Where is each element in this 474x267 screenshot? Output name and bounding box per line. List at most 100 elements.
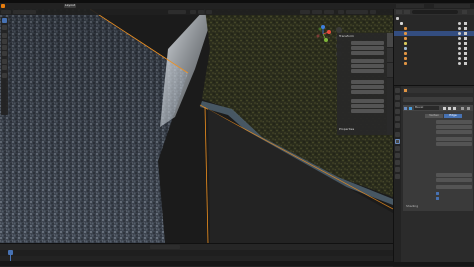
measure-icon[interactable] [2,65,7,70]
tab-view[interactable] [387,63,393,78]
viewport-toggle-icon[interactable] [448,106,451,110]
world-tab-icon[interactable] [395,123,400,128]
particles-tab-icon[interactable] [395,146,400,151]
3d-viewport[interactable]: Transform Properties [0,9,393,243]
axis-neg-y-handle[interactable] [318,27,322,31]
edit-mode-toggle-icon[interactable] [443,106,446,110]
scale-z-field[interactable] [351,90,384,94]
miter-inner-select[interactable] [436,178,472,182]
display-mode-button[interactable] [404,10,410,14]
eye-icon[interactable] [458,62,461,65]
physics-tab-icon[interactable] [395,153,400,158]
playback-controls[interactable] [150,245,180,249]
miter-outer-select[interactable] [436,173,472,177]
blender-logo-icon[interactable] [1,4,5,8]
workspace-tab-uv-editing[interactable] [110,4,112,8]
width-type-select[interactable] [436,120,472,124]
modifier-name-field[interactable]: Bevel [414,106,439,110]
camera-render-icon[interactable] [464,37,467,40]
select-box-icon[interactable] [2,18,7,23]
outliner-search-input[interactable] [412,10,458,14]
checkbox-checked-icon[interactable] [436,197,439,200]
rotation-y-field[interactable] [351,64,384,68]
axis-y-handle[interactable] [324,38,328,42]
render-tab-icon[interactable] [395,95,400,100]
chevron-down-icon[interactable] [404,106,407,110]
editor-type-button[interactable] [396,10,402,14]
workspace-tab-modeling[interactable] [77,4,79,8]
transform-icon[interactable] [2,51,7,56]
modifier-header[interactable]: Bevel [403,105,473,111]
eye-icon[interactable] [458,57,461,60]
output-tab-icon[interactable] [395,102,400,107]
render-toggle-icon[interactable] [453,106,456,110]
add-modifier-button[interactable] [403,97,473,102]
tool-tab-icon[interactable] [395,88,400,93]
location-z-field[interactable] [351,51,384,55]
close-icon[interactable] [467,106,470,110]
proportional-edit-icon[interactable] [206,10,212,14]
navigation-gizmo[interactable] [314,25,332,43]
rotation-x-field[interactable] [351,59,384,63]
dimension-x-field[interactable] [351,99,384,103]
cursor-icon[interactable] [2,25,7,30]
workspace-tab-texture-paint[interactable] [127,4,129,8]
checkbox-checked-icon[interactable] [436,192,439,195]
location-y-field[interactable] [351,46,384,50]
axis-z-handle[interactable] [321,25,325,29]
scene-tab-icon[interactable] [395,116,400,121]
affect-vertex-toggle[interactable]: Vertex [425,114,443,118]
scene-selector[interactable] [396,4,424,8]
camera-render-icon[interactable] [464,22,467,25]
workspace-tab-sculpting[interactable] [93,4,95,8]
transform-panel-header[interactable]: Transform [339,35,354,39]
limit-method-select[interactable] [436,137,472,141]
workspace-tab-shading[interactable] [147,4,149,8]
axis-neg-x-handle[interactable] [316,34,320,38]
view-layer-tab-icon[interactable] [395,109,400,114]
filter-icon[interactable] [462,10,467,14]
workspace-tab-compositing[interactable] [198,4,200,8]
annotate-icon[interactable] [2,59,7,64]
snap-icon[interactable] [198,10,204,14]
pivot-icon[interactable] [190,10,196,14]
rotate-icon[interactable] [2,39,7,44]
add-cube-icon[interactable] [2,73,7,78]
workspace-tab-layout[interactable]: Layout [64,4,77,8]
segments-field[interactable] [436,130,472,134]
tab-item[interactable] [387,33,393,48]
camera-render-icon[interactable] [464,42,467,45]
timeline-ruler[interactable] [0,250,393,256]
intersection-type-select[interactable] [436,185,472,189]
camera-render-icon[interactable] [464,57,467,60]
eye-icon[interactable] [458,47,461,50]
transform-orientation-selector[interactable] [168,10,186,14]
dimension-y-field[interactable] [351,104,384,108]
eye-icon[interactable] [458,37,461,40]
eye-icon[interactable] [458,22,461,25]
view-layer-selector[interactable] [434,4,470,8]
amount-field[interactable] [436,125,472,129]
eye-icon[interactable] [458,52,461,55]
object-tab-icon[interactable] [395,132,400,137]
dropdown-arrow-icon[interactable] [461,106,464,110]
data-tab-icon[interactable] [395,167,400,172]
overlay-toggle-icon[interactable] [324,10,334,14]
workspace-tab-animation[interactable] [162,4,164,8]
location-x-field[interactable] [351,41,384,45]
rotation-z-field[interactable] [351,69,384,73]
camera-render-icon[interactable] [464,27,467,30]
camera-render-icon[interactable] [464,32,467,35]
constraints-tab-icon[interactable] [395,160,400,165]
eye-icon[interactable] [458,27,461,30]
tab-tool[interactable] [387,48,393,63]
shading-mode-buttons[interactable] [346,10,368,14]
gizmo-toggle-icon[interactable] [312,10,322,14]
angle-field[interactable] [436,142,472,146]
visibility-icon[interactable] [300,10,310,14]
properties-panel-header[interactable]: Properties [339,128,354,132]
modifier-tab-icon[interactable] [395,139,400,144]
editor-type-button[interactable] [1,10,11,14]
camera-render-icon[interactable] [464,47,467,50]
material-tab-icon[interactable] [395,174,400,179]
